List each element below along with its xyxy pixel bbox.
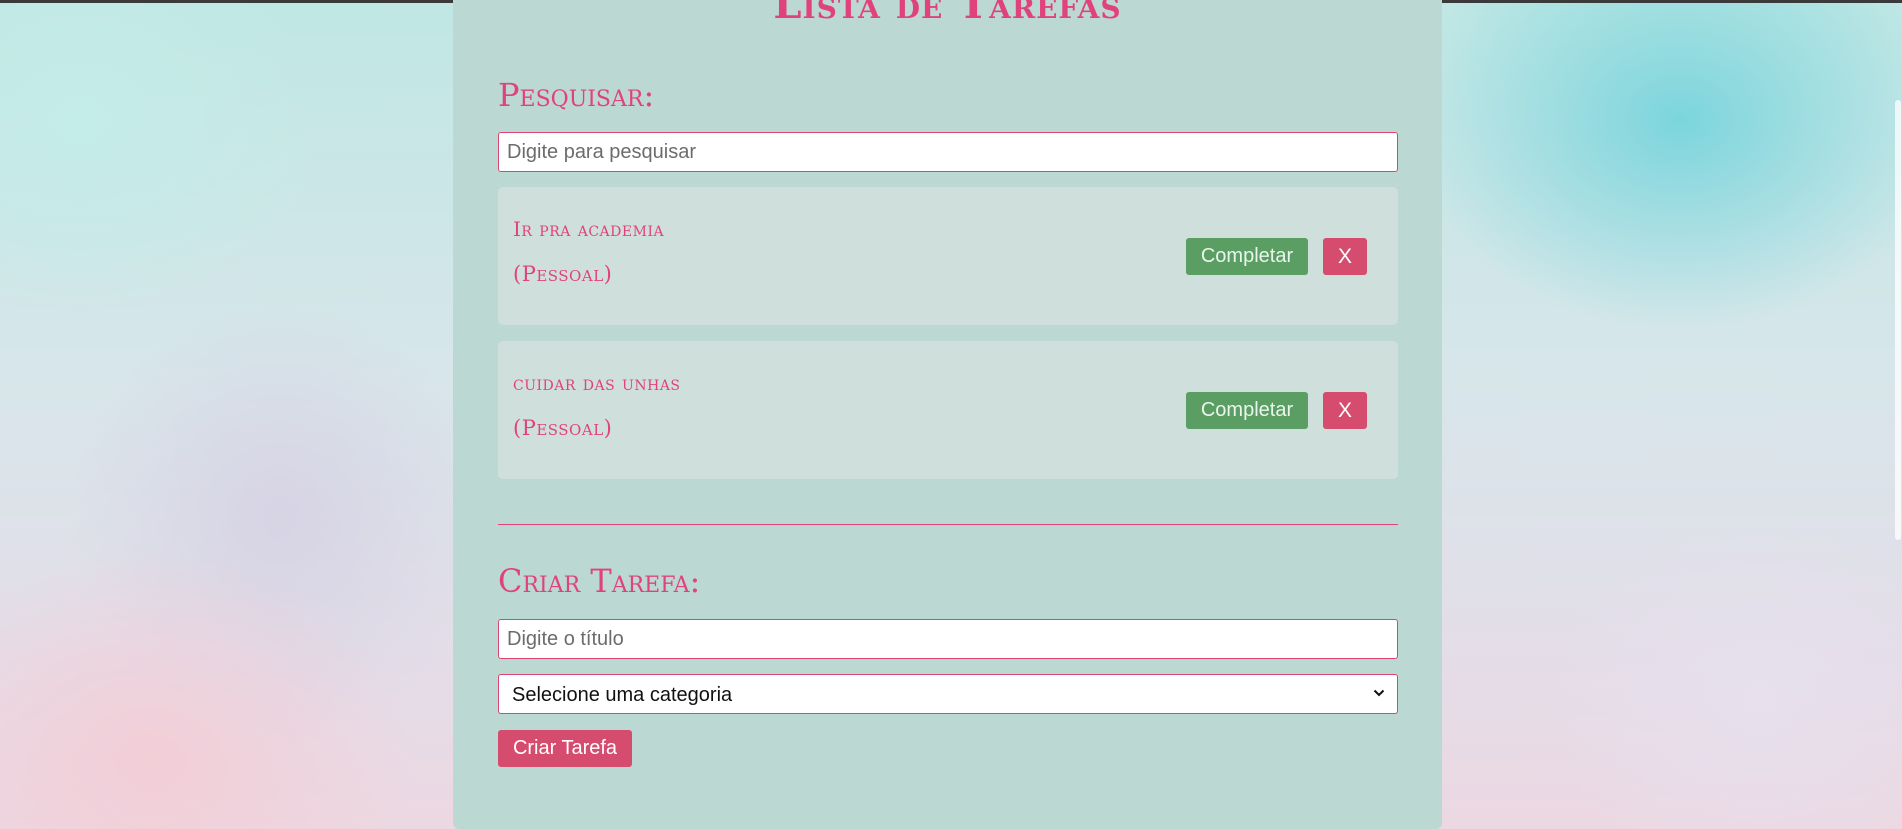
task-category: (Pessoal) [513,262,613,286]
complete-task-button[interactable]: Completar [1186,238,1308,275]
task-item: cuidar das unhas (Pessoal) Completar X [498,341,1398,479]
task-title: cuidar das unhas [513,371,681,395]
remove-task-button[interactable]: X [1323,392,1367,429]
section-divider [498,524,1398,525]
task-title-input[interactable] [498,619,1398,659]
category-select-value: Selecione uma categoria [512,684,733,706]
complete-task-button[interactable]: Completar [1186,392,1308,429]
scrollbar-thumb[interactable] [1895,100,1901,540]
search-input[interactable] [498,132,1398,172]
search-heading: Pesquisar: [498,76,655,114]
page-scrollbar[interactable] [1894,0,1902,829]
category-select[interactable]: Selecione uma categoria [498,674,1398,714]
create-task-heading: Criar Tarefa: [498,562,701,600]
task-category: (Pessoal) [513,416,613,440]
page-title: Lista de Tarefas [773,0,1122,28]
chevron-down-icon [1373,689,1385,697]
task-item: Ir pra academia (Pessoal) Completar X [498,187,1398,325]
remove-task-button[interactable]: X [1323,238,1367,275]
task-title: Ir pra academia [513,217,665,241]
todo-panel: Lista de Tarefas Pesquisar: Ir pra acade… [453,0,1442,829]
create-task-button[interactable]: Criar Tarefa [498,730,632,767]
